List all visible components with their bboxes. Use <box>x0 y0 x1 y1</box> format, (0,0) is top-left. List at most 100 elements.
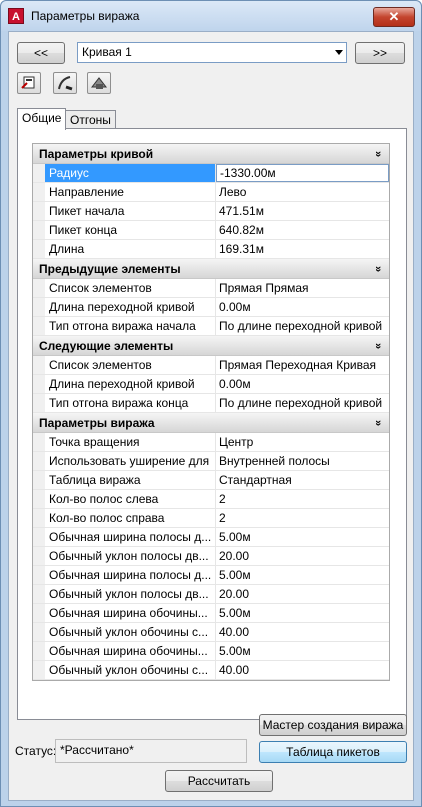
title-bar[interactable]: A Параметры виража ✕ <box>1 1 421 31</box>
property-value[interactable]: 2 <box>216 509 389 527</box>
category-header[interactable]: Параметры виража » <box>33 413 389 433</box>
property-name: Длина переходной кривой <box>45 375 216 393</box>
row-gutter <box>33 240 45 258</box>
property-value[interactable]: -1330.00м <box>216 164 389 182</box>
property-row[interactable]: Использовать уширение для Внутренней поло… <box>33 452 389 471</box>
tab-general[interactable]: Общие <box>17 108 67 130</box>
property-row[interactable]: Список элементов Прямая Прямая <box>33 279 389 298</box>
category-title: Следующие элементы <box>39 339 174 353</box>
calculate-button[interactable]: Рассчитать <box>165 770 273 792</box>
superelevation-wizard-button[interactable]: Мастер создания виража <box>259 714 407 736</box>
property-value[interactable]: 5.00м <box>216 604 389 622</box>
property-value[interactable]: Прямая Прямая <box>216 279 389 297</box>
chevron-down-icon[interactable] <box>335 50 343 55</box>
property-value[interactable]: 471.51м <box>216 202 389 220</box>
previous-curve-button[interactable]: << <box>17 42 65 64</box>
property-row[interactable]: Кол-во полос слева 2 <box>33 490 389 509</box>
property-value[interactable]: 5.00м <box>216 642 389 660</box>
property-name: Тип отгона виража конца <box>45 394 216 412</box>
property-row[interactable]: Обычная ширина обочины... 5.00м <box>33 604 389 623</box>
property-name: Длина <box>45 240 216 258</box>
property-row[interactable]: Обычная ширина обочины... 5.00м <box>33 642 389 661</box>
property-value[interactable]: По длине переходной кривой <box>216 317 389 335</box>
collapse-chevron-icon[interactable]: » <box>368 266 388 272</box>
row-gutter <box>33 183 45 201</box>
property-name: Радиус <box>45 164 216 182</box>
tab-transitions[interactable]: Отгоны <box>65 110 116 130</box>
property-row[interactable]: Обычный уклон полосы дв... 20.00 <box>33 547 389 566</box>
property-value[interactable]: По длине переходной кривой <box>216 394 389 412</box>
property-row[interactable]: Обычная ширина полосы д... 5.00м <box>33 566 389 585</box>
property-value[interactable]: 169.31м <box>216 240 389 258</box>
select-curve-tool-button[interactable] <box>17 72 41 94</box>
row-gutter <box>33 661 45 679</box>
category-title: Параметры кривой <box>39 147 154 161</box>
row-gutter <box>33 471 45 489</box>
row-gutter <box>33 221 45 239</box>
property-name: Список элементов <box>45 279 216 297</box>
category-header[interactable]: Следующие элементы » <box>33 336 389 356</box>
property-row[interactable]: Кол-во полос справа 2 <box>33 509 389 528</box>
property-value[interactable]: 5.00м <box>216 528 389 546</box>
property-row[interactable]: Направление Лево <box>33 183 389 202</box>
property-value[interactable]: Прямая Переходная Кривая <box>216 356 389 374</box>
property-value[interactable]: 40.00 <box>216 623 389 641</box>
row-gutter <box>33 202 45 220</box>
property-value[interactable]: 20.00 <box>216 585 389 603</box>
property-row[interactable]: Тип отгона виража конца По длине переходн… <box>33 394 389 413</box>
collapse-chevron-icon[interactable]: » <box>368 151 388 157</box>
property-value[interactable]: Стандартная <box>216 471 389 489</box>
property-row[interactable]: Радиус -1330.00м <box>33 164 389 183</box>
category-header[interactable]: Параметры кривой » <box>33 144 389 164</box>
property-row[interactable]: Пикет конца 640.82м <box>33 221 389 240</box>
property-row[interactable]: Пикет начала 471.51м <box>33 202 389 221</box>
row-gutter <box>33 394 45 412</box>
property-value[interactable]: 20.00 <box>216 547 389 565</box>
collapse-chevron-icon[interactable]: » <box>368 420 388 426</box>
stations-table-button[interactable]: Таблица пикетов <box>259 741 407 763</box>
property-name: Тип отгона виража начала <box>45 317 216 335</box>
draw-tool-button[interactable] <box>53 72 77 94</box>
property-row[interactable]: Обычный уклон полосы дв... 20.00 <box>33 585 389 604</box>
next-curve-button[interactable]: >> <box>355 42 405 64</box>
property-name: Длина переходной кривой <box>45 298 216 316</box>
property-value[interactable]: 640.82м <box>216 221 389 239</box>
dialog-client-area: << Кривая 1 >> Общие Отгоны Параметры кр… <box>8 31 414 801</box>
property-name: Обычная ширина обочины... <box>45 604 216 622</box>
property-value[interactable]: Лево <box>216 183 389 201</box>
property-name: Обычная ширина полосы д... <box>45 566 216 584</box>
close-button[interactable]: ✕ <box>373 7 415 27</box>
category-title: Параметры виража <box>39 416 155 430</box>
property-value[interactable]: 5.00м <box>216 566 389 584</box>
property-row[interactable]: Длина 169.31м <box>33 240 389 259</box>
property-name: Обычный уклон полосы дв... <box>45 585 216 603</box>
property-row[interactable]: Длина переходной кривой 0.00м <box>33 375 389 394</box>
row-gutter <box>33 433 45 451</box>
property-row[interactable]: Таблица виража Стандартная <box>33 471 389 490</box>
property-row[interactable]: Обычный уклон обочины с... 40.00 <box>33 661 389 680</box>
property-name: Пикет начала <box>45 202 216 220</box>
property-row[interactable]: Обычная ширина полосы д... 5.00м <box>33 528 389 547</box>
curve-select[interactable]: Кривая 1 <box>77 42 347 63</box>
row-gutter <box>33 279 45 297</box>
collapse-chevron-icon[interactable]: » <box>368 343 388 349</box>
view-tool-button[interactable] <box>87 72 111 94</box>
property-value[interactable]: Центр <box>216 433 389 451</box>
property-row[interactable]: Длина переходной кривой 0.00м <box>33 298 389 317</box>
property-value[interactable]: 2 <box>216 490 389 508</box>
status-value: *Рассчитано* <box>55 739 247 763</box>
property-value[interactable]: 40.00 <box>216 661 389 679</box>
category-header[interactable]: Предыдущие элементы » <box>33 259 389 279</box>
property-row[interactable]: Список элементов Прямая Переходная Кривая <box>33 356 389 375</box>
property-name: Обычная ширина полосы д... <box>45 528 216 546</box>
row-gutter <box>33 642 45 660</box>
property-row[interactable]: Точка вращения Центр <box>33 433 389 452</box>
row-gutter <box>33 164 45 182</box>
property-name: Точка вращения <box>45 433 216 451</box>
property-row[interactable]: Тип отгона виража начала По длине переход… <box>33 317 389 336</box>
property-value[interactable]: Внутренней полосы <box>216 452 389 470</box>
property-value[interactable]: 0.00м <box>216 298 389 316</box>
dialog-window: A Параметры виража ✕ << Кривая 1 >> Общи… <box>0 0 422 807</box>
property-row[interactable]: Обычный уклон обочины с... 40.00 <box>33 623 389 642</box>
property-value[interactable]: 0.00м <box>216 375 389 393</box>
